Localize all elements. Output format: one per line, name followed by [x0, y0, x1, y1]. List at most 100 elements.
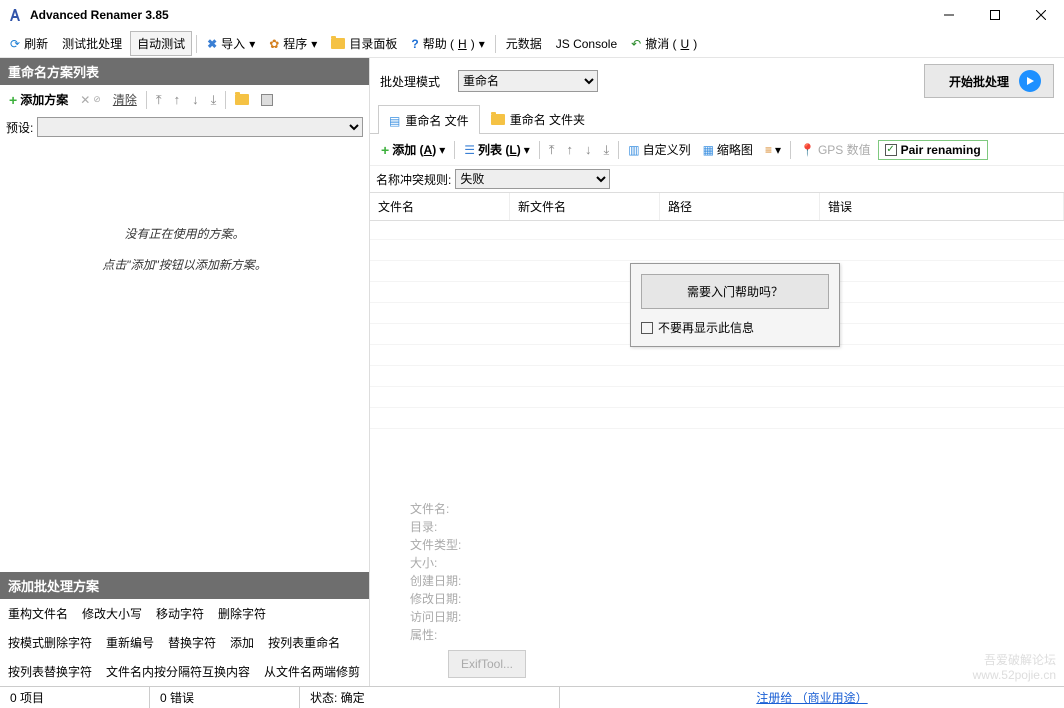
test-batch-button[interactable]: 测试批处理 [56, 32, 128, 55]
thumbnails-button[interactable]: ▦缩略图 [698, 138, 758, 161]
link-new-case[interactable]: 修改大小写 [82, 605, 142, 622]
detail-size: 大小: [410, 554, 1050, 572]
start-batch-button[interactable]: 开始批处理 [924, 64, 1054, 98]
refresh-button[interactable]: ⟳刷新 [4, 32, 54, 55]
link-replace[interactable]: 替换字符 [168, 634, 216, 651]
js-console-button[interactable]: JS Console [550, 34, 623, 54]
gear-icon: ✿ [269, 37, 279, 51]
move-top-button[interactable]: ⤒ [151, 89, 167, 111]
link-trim[interactable]: 从文件名两端修剪 [264, 663, 360, 680]
chevron-down-icon: ▾ [524, 143, 530, 157]
custom-columns-button[interactable]: ▥自定义列 [623, 138, 695, 161]
window-buttons [926, 0, 1064, 30]
metadata-button[interactable]: 元数据 [500, 32, 548, 55]
register-link[interactable]: 注册给 （商业用途） [756, 689, 867, 706]
pin-icon: 📍 [800, 143, 815, 157]
batch-mode-label: 批处理模式 [380, 73, 440, 90]
grid-header: 文件名 新文件名 路径 错误 [370, 193, 1064, 221]
move-up-button[interactable]: ↑ [169, 89, 186, 110]
program-button[interactable]: ✿程序▾ [263, 32, 323, 55]
main-toolbar: ⟳刷新 测试批处理 自动测试 ✖导入▾ ✿程序▾ 目录面板 ?帮助 (H)▾ 元… [0, 30, 1064, 58]
chevron-down-icon: ▾ [479, 37, 485, 51]
maximize-button[interactable] [972, 0, 1018, 30]
preset-select[interactable] [37, 117, 363, 137]
link-list-replace[interactable]: 按列表替换字符 [8, 663, 92, 680]
x-icon: ✕ [80, 93, 90, 107]
checkbox-icon [641, 322, 653, 334]
arrow-bottom-icon: ⤓ [603, 142, 609, 158]
link-add[interactable]: 添加 [230, 634, 254, 651]
separator [790, 141, 791, 159]
col-path[interactable]: 路径 [660, 193, 820, 220]
close-button[interactable] [1018, 0, 1064, 30]
status-bar: 0 项目 0 错误 状态: 确定 注册给 （商业用途） [0, 686, 1064, 708]
move-top-button[interactable]: ⤒ [544, 139, 560, 161]
conflict-row: 名称冲突规则: 失败 [370, 166, 1064, 192]
link-remove[interactable]: 删除字符 [218, 605, 266, 622]
add-files-button[interactable]: +添加 (A)▾ [376, 138, 450, 161]
help-popup-button[interactable]: 需要入门帮助吗？ [641, 274, 829, 309]
help-popup: 需要入门帮助吗？ 不要再显示此信息 [630, 263, 840, 347]
link-renumber[interactable]: 重新编号 [106, 634, 154, 651]
gps-button[interactable]: 📍GPS 数值 [795, 138, 876, 161]
display-options-button[interactable]: ≡▾ [760, 140, 786, 160]
help-dont-show-checkbox[interactable]: 不要再显示此信息 [641, 319, 829, 336]
move-bottom-button[interactable]: ⤓ [206, 89, 222, 111]
move-down-button[interactable]: ↓ [580, 139, 597, 160]
list-icon: ☰ [464, 143, 475, 157]
file-grid: 文件名 新文件名 路径 错误 需要入门帮助吗？ 不要再显示此信息 [370, 192, 1064, 490]
image-icon: ▦ [703, 143, 714, 157]
link-list[interactable]: 按列表重命名 [268, 634, 340, 651]
options-icon: ≡ [765, 143, 772, 157]
open-preset-button[interactable] [230, 91, 254, 108]
add-method-button[interactable]: +添加方案 [4, 88, 73, 111]
add-batch-header: 添加批处理方案 [0, 572, 369, 599]
tab-rename-files[interactable]: ▤重命名 文件 [378, 105, 480, 134]
separator [454, 141, 455, 159]
chevron-down-icon: ▾ [311, 37, 317, 51]
columns-icon: ▥ [628, 143, 639, 157]
conflict-select[interactable]: 失败 [455, 169, 610, 189]
delete-method-button[interactable]: ✕⊘ [75, 90, 106, 110]
import-icon: ✖ [207, 37, 217, 51]
preset-row: 预设: [0, 114, 369, 140]
lock-icon: ⊘ [93, 94, 101, 105]
dir-panel-button[interactable]: 目录面板 [325, 32, 403, 55]
grid-rows: 需要入门帮助吗？ 不要再显示此信息 [370, 219, 1064, 490]
status-state: 状态: 确定 [300, 687, 560, 708]
link-remove-pattern[interactable]: 按模式删除字符 [8, 634, 92, 651]
arrow-up-icon: ↑ [566, 142, 573, 157]
save-preset-button[interactable] [256, 91, 278, 109]
pair-renaming-checkbox[interactable]: ✓Pair renaming [878, 140, 988, 160]
clear-methods-button[interactable]: 清除 [108, 88, 142, 111]
link-new-name[interactable]: 重构文件名 [8, 605, 68, 622]
list-button[interactable]: ☰列表 (L)▾ [459, 138, 534, 161]
move-bottom-button[interactable]: ⤓ [598, 139, 614, 161]
folder-icon [331, 38, 345, 49]
col-error[interactable]: 错误 [820, 193, 1064, 220]
window-title: Advanced Renamer 3.85 [30, 8, 169, 22]
detail-attrs: 属性: [410, 626, 1050, 644]
undo-button[interactable]: ↶撤消 (U) [625, 32, 703, 55]
import-button[interactable]: ✖导入▾ [201, 32, 261, 55]
minimize-button[interactable] [926, 0, 972, 30]
auto-test-button[interactable]: 自动测试 [130, 31, 192, 56]
methods-empty-message: 没有正在使用的方案。 点击"添加"按钮以添加新方案。 [0, 140, 369, 572]
move-down-button[interactable]: ↓ [187, 89, 204, 110]
detail-modified: 修改日期: [410, 590, 1050, 608]
arrow-up-icon: ↑ [174, 92, 181, 107]
link-move[interactable]: 移动字符 [156, 605, 204, 622]
conflict-label: 名称冲突规则: [376, 171, 451, 188]
methods-toolbar: +添加方案 ✕⊘ 清除 ⤒ ↑ ↓ ⤓ [0, 85, 369, 114]
help-button[interactable]: ?帮助 (H)▾ [405, 32, 490, 55]
move-up-button[interactable]: ↑ [561, 139, 578, 160]
batch-mode-select[interactable]: 重命名 [458, 70, 598, 92]
exiftool-button[interactable]: ExifTool... [448, 650, 526, 678]
undo-icon: ↶ [631, 37, 641, 51]
link-swap[interactable]: 文件名内按分隔符互换内容 [106, 663, 250, 680]
chevron-down-icon: ▾ [775, 143, 781, 157]
file-folder-tabs: ▤重命名 文件 重命名 文件夹 [370, 104, 1064, 133]
col-filename[interactable]: 文件名 [370, 193, 510, 220]
col-newname[interactable]: 新文件名 [510, 193, 660, 220]
tab-rename-folders[interactable]: 重命名 文件夹 [480, 104, 596, 133]
